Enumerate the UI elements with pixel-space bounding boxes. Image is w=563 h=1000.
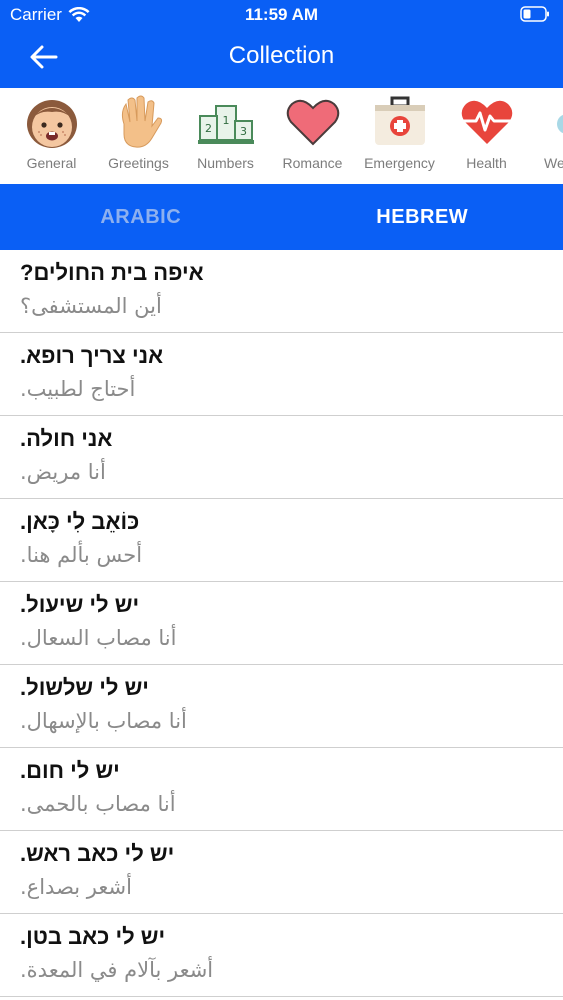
- phrase-translation: أنا مريض.: [20, 460, 106, 484]
- category-label: Health: [466, 155, 507, 171]
- category-greetings[interactable]: Greetings: [95, 88, 182, 184]
- phrase-primary: יש לי שיעול.: [20, 592, 140, 617]
- phrase-list: איפה בית החולים? أين المستشفى؟ אני צריך …: [0, 250, 563, 997]
- phrase-translation: أحتاج لطبيب.: [20, 377, 136, 401]
- heartbeat-icon: [459, 100, 514, 144]
- list-item[interactable]: כּוֹאֵב לִי כָּאן. أحس بألم هنا.: [0, 499, 563, 582]
- list-item[interactable]: איפה בית החולים? أين المستشفى؟: [0, 250, 563, 333]
- category-label: Romance: [282, 155, 343, 171]
- category-scroller[interactable]: General Greetings 1 2 3 Numbers Romance …: [0, 88, 563, 184]
- status-bar: Carrier 11:59 AM: [0, 0, 563, 30]
- phrase-primary: יש לי כאב ראש.: [20, 841, 175, 866]
- battery-icon: [520, 6, 549, 22]
- phrase-primary: יש לי כאב בטן.: [20, 924, 166, 949]
- page-title: Collection: [228, 42, 335, 69]
- phrase-translation: أين المستشفى؟: [20, 294, 162, 318]
- category-label: We: [544, 155, 563, 171]
- category-label: Numbers: [197, 155, 254, 171]
- list-item[interactable]: יש לי חום. أنا مصاب بالحمى.: [0, 748, 563, 831]
- collection-screen: Carrier 11:59 AM Collection General Gree…: [0, 0, 563, 1000]
- partial-category-icon: [556, 114, 563, 134]
- category-general[interactable]: General: [8, 88, 95, 184]
- status-time: 11:59 AM: [244, 5, 319, 24]
- phrase-translation: أنا مصاب السعال.: [20, 626, 177, 650]
- phrase-translation: أشعر بآلام في المعدة.: [20, 958, 214, 982]
- waving-hand-icon: [121, 95, 162, 148]
- tab-hebrew[interactable]: HEBREW: [282, 184, 563, 250]
- phrase-primary: יש לי שלשול.: [20, 675, 149, 700]
- list-item[interactable]: אני חולה. أنا مريض.: [0, 416, 563, 499]
- top-bar: Carrier 11:59 AM Collection: [0, 0, 563, 88]
- svg-text:2: 2: [205, 122, 212, 135]
- phrase-translation: أشعر بصداع.: [20, 875, 132, 899]
- nav-bar: Collection: [0, 32, 563, 82]
- list-item[interactable]: יש לי כאב בטן. أشعر بآلام في المعدة.: [0, 914, 563, 997]
- phrase-primary: אני צריך רופא.: [20, 343, 164, 368]
- category-label: Greetings: [108, 155, 169, 171]
- language-tabs: ARABIC HEBREW: [0, 184, 563, 250]
- heart-icon: [286, 99, 339, 146]
- phrase-primary: איפה בית החולים?: [20, 260, 204, 285]
- category-romance[interactable]: Romance: [269, 88, 356, 184]
- category-health[interactable]: Health: [443, 88, 530, 184]
- phrase-translation: أحس بألم هنا.: [20, 543, 143, 567]
- phrase-translation: أنا مصاب بالحمى.: [20, 792, 176, 816]
- svg-text:1: 1: [222, 114, 229, 127]
- category-numbers[interactable]: 1 2 3 Numbers: [182, 88, 269, 184]
- phrase-primary: יש לי חום.: [20, 758, 120, 783]
- svg-text:3: 3: [240, 125, 247, 138]
- list-item[interactable]: יש לי שיעול. أنا مصاب السعال.: [0, 582, 563, 665]
- list-item[interactable]: אני צריך רופא. أحتاج لطبيب.: [0, 333, 563, 416]
- tab-arabic[interactable]: ARABIC: [0, 184, 282, 250]
- category-label: General: [26, 155, 77, 171]
- list-item[interactable]: יש לי שלשול. أنا مصاب بالإسهال.: [0, 665, 563, 748]
- podium-icon: 1 2 3: [197, 105, 254, 144]
- phrase-primary: אני חולה.: [20, 426, 113, 451]
- girl-face-icon: [26, 100, 77, 148]
- category-we[interactable]: We: [530, 88, 563, 184]
- category-label: Emergency: [364, 155, 435, 171]
- phrase-primary: כּוֹאֵב לִי כָּאן.: [20, 509, 140, 534]
- first-aid-kit-icon: [374, 96, 425, 145]
- phrase-translation: أنا مصاب بالإسهال.: [20, 709, 187, 733]
- category-emergency[interactable]: Emergency: [356, 88, 443, 184]
- list-item[interactable]: יש לי כאב ראש. أشعر بصداع.: [0, 831, 563, 914]
